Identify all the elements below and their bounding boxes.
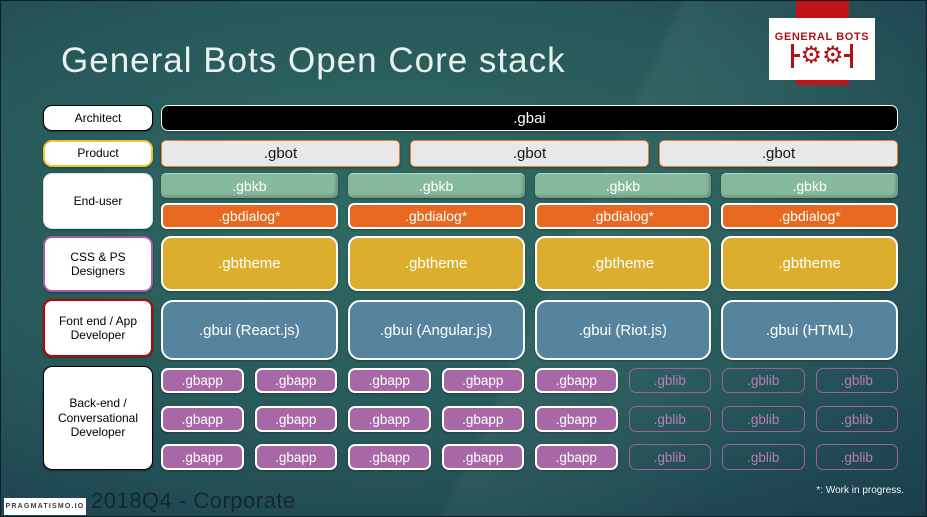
gbapp-block: .gbapp bbox=[348, 444, 431, 470]
gbapp-block: .gbapp bbox=[254, 368, 337, 393]
work-in-progress-footnote: *: Work in progress. bbox=[816, 485, 904, 496]
gbtheme-block: .gbtheme bbox=[721, 236, 898, 291]
row-gbai: .gbai bbox=[161, 105, 898, 131]
gears-icon: ⚙ ⚙ bbox=[791, 41, 853, 69]
gblib-block: .gblib bbox=[628, 368, 711, 393]
row-gbkb: .gbkb .gbkb .gbkb .gbkb bbox=[161, 173, 898, 198]
role-label-end-user: End-user bbox=[43, 173, 153, 229]
gbapp-block: .gbapp bbox=[441, 368, 524, 393]
gbtheme-block: .gbtheme bbox=[161, 236, 338, 291]
gbui-html-block: .gbui (HTML) bbox=[721, 300, 898, 360]
gbapp-block: .gbapp bbox=[254, 444, 337, 470]
logo-brand-text: GENERAL BOTS bbox=[774, 30, 870, 43]
gblib-block: .gblib bbox=[722, 444, 805, 470]
row-gbapp-1: .gbapp .gbapp .gbapp .gbapp .gbapp .gbli… bbox=[161, 368, 898, 393]
row-gbui: .gbui (React.js) .gbui (Angular.js) .gbu… bbox=[161, 300, 898, 360]
gbapp-block: .gbapp bbox=[535, 368, 618, 393]
gbui-riot-block: .gbui (Riot.js) bbox=[534, 300, 712, 360]
role-label-product: Product bbox=[43, 140, 153, 167]
gbot-block: .gbot bbox=[659, 140, 898, 167]
gbapp-block: .gbapp bbox=[535, 444, 618, 470]
row-gbtheme: .gbtheme .gbtheme .gbtheme .gbtheme bbox=[161, 236, 898, 291]
gbtheme-block: .gbtheme bbox=[534, 236, 712, 291]
role-label-frontend-app-developer: Font end / App Developer bbox=[43, 299, 153, 357]
gbdialog-block: .gbdialog* bbox=[161, 203, 338, 229]
row-gbapp-2: .gbapp .gbapp .gbapp .gbapp .gbapp .gbli… bbox=[161, 406, 898, 432]
pragmatismo-logo: PRAGMATISMO.IO bbox=[4, 498, 86, 515]
page-title: General Bots Open Core stack bbox=[61, 41, 566, 80]
gbui-react-block: .gbui (React.js) bbox=[161, 300, 338, 360]
general-bots-logo: GENERAL BOTS ⚙ ⚙ bbox=[769, 18, 875, 80]
gbdialog-block: .gbdialog* bbox=[534, 203, 712, 229]
gbui-angular-block: .gbui (Angular.js) bbox=[347, 300, 525, 360]
row-gbot: .gbot .gbot .gbot bbox=[161, 140, 898, 167]
row-gbapp-3: .gbapp .gbapp .gbapp .gbapp .gbapp .gbli… bbox=[161, 444, 898, 470]
gbdialog-block: .gbdialog* bbox=[721, 203, 898, 229]
gbkb-block: .gbkb bbox=[347, 173, 525, 198]
row-gbdialog: .gbdialog* .gbdialog* .gbdialog* .gbdial… bbox=[161, 203, 898, 229]
gear-icon: ⚙ bbox=[800, 41, 822, 69]
gbapp-block: .gbapp bbox=[535, 406, 618, 432]
role-label-css-ps-designers: CSS & PS Designers bbox=[43, 236, 153, 292]
gear-bar-icon bbox=[849, 43, 853, 68]
gbapp-block: .gbapp bbox=[161, 368, 244, 393]
gbot-block: .gbot bbox=[410, 140, 649, 167]
gbapp-block: .gbapp bbox=[348, 406, 431, 432]
gbai-block: .gbai bbox=[161, 105, 898, 131]
gblib-block: .gblib bbox=[815, 444, 898, 470]
gbkb-block: .gbkb bbox=[161, 173, 338, 198]
gbdialog-block: .gbdialog* bbox=[347, 203, 525, 229]
gblib-block: .gblib bbox=[815, 406, 898, 432]
gbapp-block: .gbapp bbox=[161, 444, 244, 470]
gbapp-block: .gbapp bbox=[348, 368, 431, 393]
slide-canvas: General Bots Open Core stack GENERAL BOT… bbox=[0, 0, 927, 517]
gbtheme-block: .gbtheme bbox=[347, 236, 525, 291]
gbapp-block: .gbapp bbox=[441, 444, 524, 470]
gbapp-block: .gbapp bbox=[441, 406, 524, 432]
gblib-block: .gblib bbox=[722, 406, 805, 432]
role-label-architect: Architect bbox=[43, 105, 153, 131]
gbkb-block: .gbkb bbox=[721, 173, 898, 198]
gbkb-block: .gbkb bbox=[534, 173, 712, 198]
gblib-block: .gblib bbox=[628, 444, 711, 470]
role-label-backend-conversational-developer: Back-end / Conversational Developer bbox=[43, 366, 153, 470]
gear-icon: ⚙ bbox=[822, 41, 844, 69]
gbapp-block: .gbapp bbox=[254, 406, 337, 432]
gbapp-block: .gbapp bbox=[161, 406, 244, 432]
gblib-block: .gblib bbox=[628, 406, 711, 432]
footer-caption: 2018Q4 - Corporate bbox=[91, 488, 296, 513]
gbot-block: .gbot bbox=[161, 140, 400, 167]
gblib-block: .gblib bbox=[722, 368, 805, 393]
gblib-block: .gblib bbox=[815, 368, 898, 393]
